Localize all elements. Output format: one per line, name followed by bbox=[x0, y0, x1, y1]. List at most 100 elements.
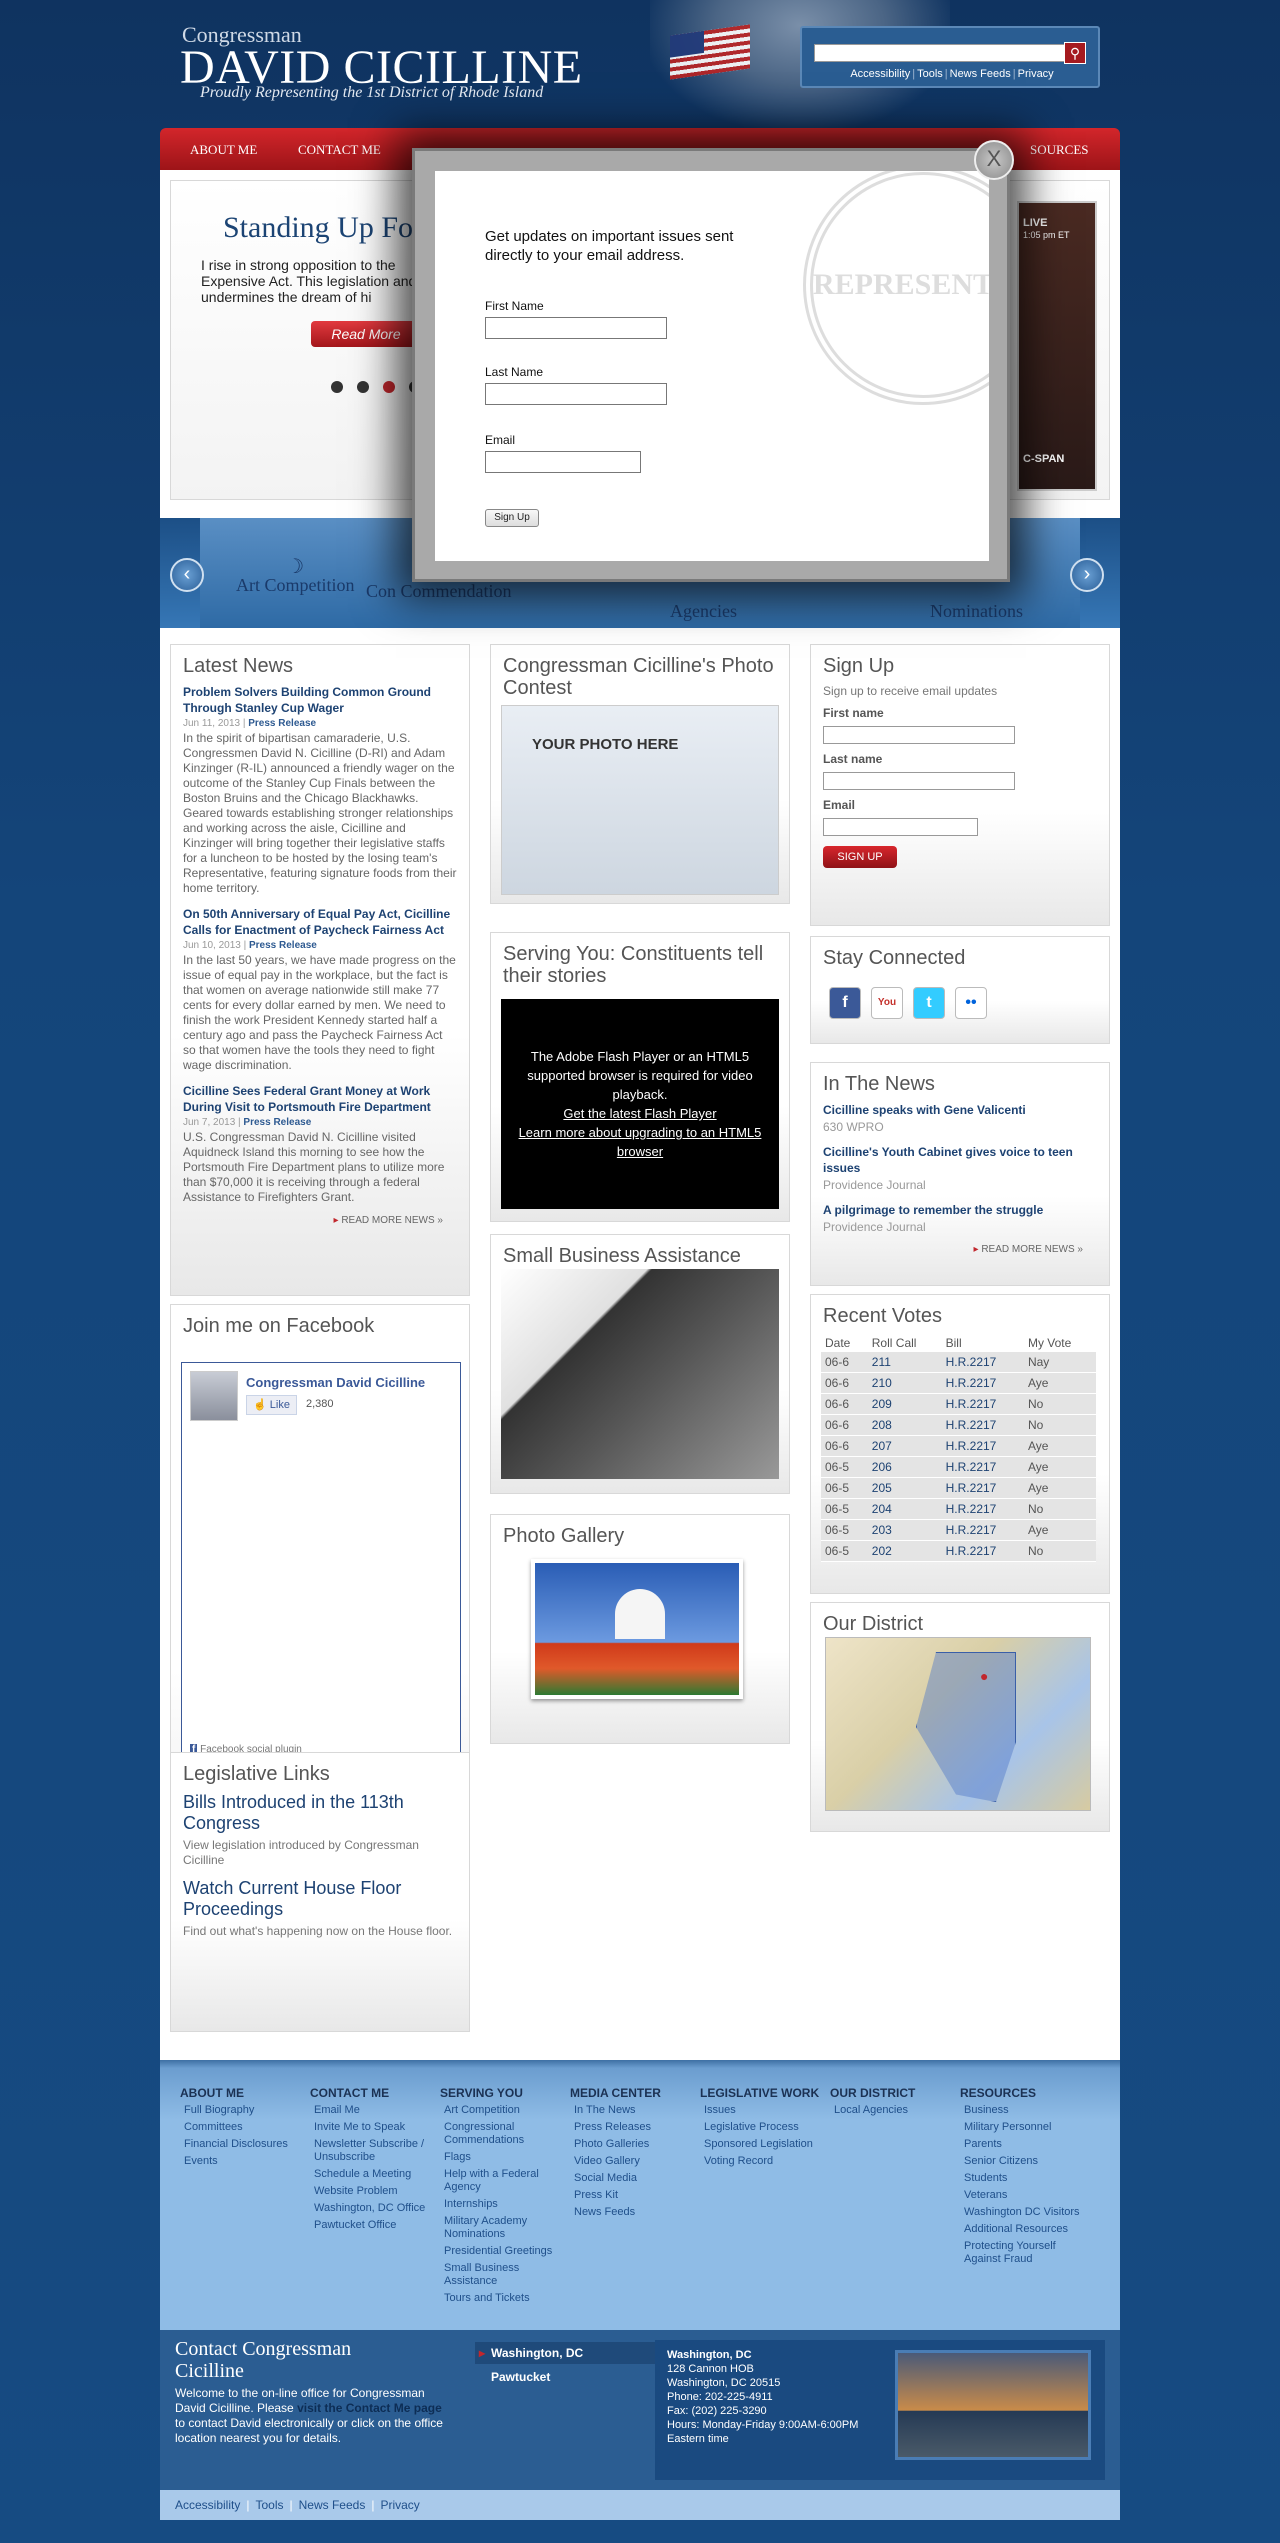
vote-roll-call[interactable]: 204 bbox=[867, 1498, 942, 1520]
search-button[interactable]: ⚲ bbox=[1064, 42, 1086, 64]
photo-contest-banner[interactable]: YOUR PHOTO HERE bbox=[501, 705, 779, 895]
footer-link[interactable]: Sponsored Legislation bbox=[700, 2138, 820, 2151]
utility-privacy[interactable]: Privacy bbox=[1018, 68, 1054, 80]
bottom-accessibility-link[interactable]: Accessibility bbox=[175, 2498, 240, 2512]
first-name-field[interactable] bbox=[823, 726, 1015, 744]
flash-player-link[interactable]: Get the latest Flash Player bbox=[501, 1104, 779, 1123]
vote-roll-call[interactable]: 207 bbox=[867, 1435, 942, 1457]
legislative-link[interactable]: Bills Introduced in the 113th Congress bbox=[183, 1792, 457, 1834]
vote-roll-call[interactable]: 202 bbox=[867, 1540, 942, 1562]
footer-link[interactable]: Senior Citizens bbox=[960, 2155, 1080, 2168]
footer-link[interactable]: Military Personnel bbox=[960, 2121, 1080, 2134]
bottom-privacy-link[interactable]: Privacy bbox=[380, 2498, 419, 2512]
utility-news-feeds[interactable]: News Feeds bbox=[950, 68, 1011, 80]
slider-dot[interactable] bbox=[357, 381, 369, 393]
footer-link[interactable]: Tours and Tickets bbox=[440, 2292, 560, 2305]
office-tab-pawtucket[interactable]: Pawtucket bbox=[475, 2366, 655, 2388]
vote-bill[interactable]: H.R.2217 bbox=[941, 1352, 1024, 1373]
district-map[interactable]: ● bbox=[825, 1637, 1091, 1811]
html5-browser-link[interactable]: Learn more about upgrading to an HTML5 b… bbox=[501, 1123, 779, 1161]
twitter-icon[interactable]: t bbox=[913, 987, 945, 1019]
footer-link[interactable]: Website Problem bbox=[310, 2185, 430, 2198]
footer-link[interactable]: Newsletter Subscribe / Unsubscribe bbox=[310, 2138, 430, 2164]
footer-link[interactable]: Flags bbox=[440, 2151, 560, 2164]
news-headline[interactable]: On 50th Anniversary of Equal Pay Act, Ci… bbox=[183, 906, 457, 938]
office-tab-washington[interactable]: Washington, DC bbox=[475, 2342, 655, 2364]
footer-link[interactable]: Financial Disclosures bbox=[180, 2138, 300, 2151]
vote-bill[interactable]: H.R.2217 bbox=[941, 1456, 1024, 1478]
footer-link[interactable]: Social Media bbox=[570, 2172, 690, 2185]
slider-dot[interactable] bbox=[331, 381, 343, 393]
footer-link[interactable]: Photo Galleries bbox=[570, 2138, 690, 2151]
bottom-news-feeds-link[interactable]: News Feeds bbox=[299, 2498, 366, 2512]
contact-me-link[interactable]: visit the Contact Me page bbox=[297, 2401, 442, 2415]
vote-bill[interactable]: H.R.2217 bbox=[941, 1414, 1024, 1436]
strip-item-agencies[interactable]: Agencies bbox=[670, 602, 737, 620]
vote-bill[interactable]: H.R.2217 bbox=[941, 1540, 1024, 1562]
footer-link[interactable]: Video Gallery bbox=[570, 2155, 690, 2168]
footer-link[interactable]: News Feeds bbox=[570, 2206, 690, 2219]
nav-resources[interactable]: SOURCES bbox=[1030, 142, 1089, 158]
news-headline[interactable]: Cicilline Sees Federal Grant Money at Wo… bbox=[183, 1083, 457, 1115]
utility-accessibility[interactable]: Accessibility bbox=[850, 68, 910, 80]
news-headline[interactable]: Problem Solvers Building Common Ground T… bbox=[183, 684, 457, 716]
facebook-page-name[interactable]: Congressman David Cicilline bbox=[246, 1375, 425, 1390]
footer-link[interactable]: Local Agencies bbox=[830, 2104, 950, 2117]
vote-roll-call[interactable]: 206 bbox=[867, 1456, 942, 1478]
footer-link[interactable]: Press Releases bbox=[570, 2121, 690, 2134]
footer-link[interactable]: Students bbox=[960, 2172, 1080, 2185]
search-input[interactable] bbox=[814, 44, 1066, 62]
modal-close-button[interactable]: X bbox=[974, 140, 1014, 180]
footer-link[interactable]: Help with a Federal Agency bbox=[440, 2168, 560, 2194]
strip-item-commendations[interactable]: Con Commendation bbox=[366, 582, 512, 600]
footer-link[interactable]: Washington DC Visitors bbox=[960, 2206, 1080, 2219]
facebook-icon[interactable]: f bbox=[829, 987, 861, 1019]
in-the-news-headline[interactable]: Cicilline speaks with Gene Valicenti bbox=[823, 1102, 1097, 1118]
strip-prev-button[interactable]: ‹ bbox=[170, 558, 204, 592]
footer-link[interactable]: Business bbox=[960, 2104, 1080, 2117]
footer-link[interactable]: Veterans bbox=[960, 2189, 1080, 2202]
footer-link[interactable]: Art Competition bbox=[440, 2104, 560, 2117]
utility-tools[interactable]: Tools bbox=[917, 68, 943, 80]
video-player[interactable]: The Adobe Flash Player or an HTML5 suppo… bbox=[501, 999, 779, 1209]
nav-contact-me[interactable]: CONTACT ME bbox=[298, 142, 381, 158]
footer-link[interactable]: Issues bbox=[700, 2104, 820, 2117]
footer-link[interactable]: Protecting Yourself Against Fraud bbox=[960, 2240, 1080, 2266]
footer-link[interactable]: Presidential Greetings bbox=[440, 2245, 560, 2258]
in-the-news-more-link[interactable]: READ MORE NEWS » bbox=[811, 1244, 1083, 1255]
footer-link[interactable]: Legislative Process bbox=[700, 2121, 820, 2134]
legislative-link[interactable]: Watch Current House Floor Proceedings bbox=[183, 1878, 457, 1920]
footer-link[interactable]: Parents bbox=[960, 2138, 1080, 2151]
bottom-tools-link[interactable]: Tools bbox=[255, 2498, 283, 2512]
footer-link[interactable]: In The News bbox=[570, 2104, 690, 2117]
footer-link[interactable]: Committees bbox=[180, 2121, 300, 2134]
vote-roll-call[interactable]: 209 bbox=[867, 1393, 942, 1415]
photo-gallery-image[interactable] bbox=[531, 1559, 743, 1699]
footer-link[interactable]: Washington, DC Office bbox=[310, 2202, 430, 2215]
in-the-news-headline[interactable]: Cicilline's Youth Cabinet gives voice to… bbox=[823, 1144, 1097, 1176]
signup-button[interactable]: SIGN UP bbox=[823, 846, 897, 868]
footer-link[interactable]: Voting Record bbox=[700, 2155, 820, 2168]
last-name-field[interactable] bbox=[823, 772, 1015, 790]
vote-roll-call[interactable]: 211 bbox=[867, 1352, 942, 1373]
facebook-like-button[interactable]: ☝ Like bbox=[246, 1395, 297, 1415]
vote-bill[interactable]: H.R.2217 bbox=[941, 1435, 1024, 1457]
vote-roll-call[interactable]: 203 bbox=[867, 1519, 942, 1541]
vote-bill[interactable]: H.R.2217 bbox=[941, 1372, 1024, 1394]
small-business-image[interactable] bbox=[501, 1269, 779, 1479]
footer-link[interactable]: Schedule a Meeting bbox=[310, 2168, 430, 2181]
footer-link[interactable]: Email Me bbox=[310, 2104, 430, 2117]
vote-roll-call[interactable]: 208 bbox=[867, 1414, 942, 1436]
footer-link[interactable]: Press Kit bbox=[570, 2189, 690, 2202]
email-field[interactable] bbox=[823, 818, 978, 836]
vote-bill[interactable]: H.R.2217 bbox=[941, 1393, 1024, 1415]
strip-next-button[interactable]: › bbox=[1070, 558, 1104, 592]
footer-link[interactable]: Invite Me to Speak bbox=[310, 2121, 430, 2134]
footer-link[interactable]: Additional Resources bbox=[960, 2223, 1080, 2236]
flickr-icon[interactable]: •• bbox=[955, 987, 987, 1019]
footer-link[interactable]: Full Biography bbox=[180, 2104, 300, 2117]
footer-link[interactable]: Events bbox=[180, 2155, 300, 2168]
in-the-news-headline[interactable]: A pilgrimage to remember the struggle bbox=[823, 1202, 1097, 1218]
nav-about-me[interactable]: ABOUT ME bbox=[190, 142, 257, 158]
footer-link[interactable]: Congressional Commendations bbox=[440, 2121, 560, 2147]
